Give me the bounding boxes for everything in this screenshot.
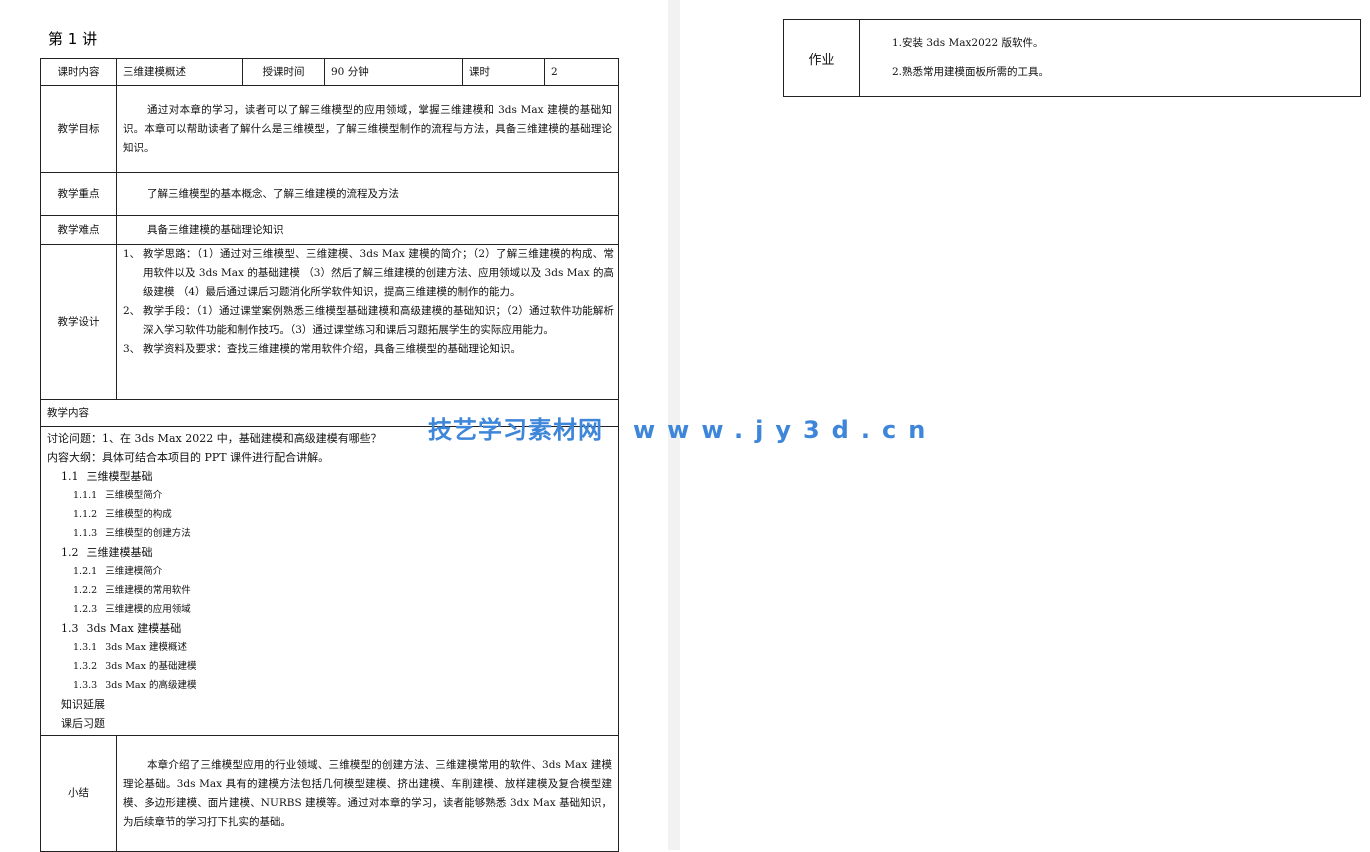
goal-text: 通过对本章的学习，读者可以了解三维模型的应用领域，掌握三维建模和 3ds Max… xyxy=(123,103,612,154)
subsection-number: 1.1.1 xyxy=(73,490,98,501)
homework-item: 2.熟悉常用建模面板所需的工具。 xyxy=(892,66,1050,78)
subsection-number: 1.1.3 xyxy=(73,528,98,539)
goal-row: 教学目标 通过对本章的学习，读者可以了解三维模型的应用领域，掌握三维建模和 3d… xyxy=(40,85,619,173)
design-item-text: 教学思路：（1）通过对三维模型、三维建模、3ds Max 建模的简介；（2）了解… xyxy=(143,248,614,298)
outline-subsection: 1.1.2 三维模型的构成 xyxy=(47,505,612,524)
knowledge-extension: 知识延展 xyxy=(61,698,105,711)
outline-section: 1.1 三维模型基础 xyxy=(47,467,612,486)
subsection-title: 三维模型的创建方法 xyxy=(105,528,191,539)
outline-subsection: 1.1.3 三维模型的创建方法 xyxy=(47,524,612,543)
design-item-text: 教学手段：（1）通过课堂案例熟悉三维模型基础建模和高级建模的基础知识；（2）通过… xyxy=(143,305,614,336)
after-class-exercises: 课后习题 xyxy=(61,717,105,730)
design-item: 1、 教学思路：（1）通过对三维模型、三维建模、3ds Max 建模的简介；（2）… xyxy=(123,245,614,302)
outline-subsection: 1.1.1 三维模型简介 xyxy=(47,486,612,505)
design-list: 1、 教学思路：（1）通过对三维模型、三维建模、3ds Max 建模的简介；（2）… xyxy=(117,245,618,359)
outline-subsection: 1.2.1 三维建模简介 xyxy=(47,562,612,581)
watermark: 技艺学习素材网 www.jy3d.cn xyxy=(428,410,937,445)
subsection-title: 三维模型简介 xyxy=(105,490,163,501)
key-points-row: 教学重点 了解三维模型的基本概念、了解三维建模的流程及方法 xyxy=(40,172,619,216)
watermark-brand: 技艺学习素材网 xyxy=(428,416,603,444)
teaching-time-value: 90 分钟 xyxy=(324,58,463,86)
difficulties-row: 教学难点 具备三维建模的基础理论知识 xyxy=(40,215,619,245)
class-hours-value: 2 xyxy=(544,58,619,86)
section-number: 1.2 xyxy=(61,546,79,559)
section-number: 1.1 xyxy=(61,470,79,483)
section-title: 3ds Max 建模基础 xyxy=(86,622,182,635)
lesson-plan-table: 课时内容 三维建模概述 授课时间 90 分钟 课时 2 教学目标 通过对本章的学… xyxy=(40,58,619,852)
outline-section: 1.3 3ds Max 建模基础 xyxy=(47,619,612,638)
summary-row: 小结 本章介绍了三维模型应用的行业领域、三维模型的创建方法、三维建模常用的软件、… xyxy=(40,735,619,852)
subsection-title: 三维模型的构成 xyxy=(105,509,172,520)
summary-text: 本章介绍了三维模型应用的行业领域、三维模型的创建方法、三维建模常用的软件、3ds… xyxy=(123,758,612,828)
subsection-number: 1.2.3 xyxy=(73,604,98,615)
subsection-number: 1.3.2 xyxy=(73,661,98,672)
outline-subsection: 1.3.2 3ds Max 的基础建模 xyxy=(47,657,612,676)
teaching-time-label: 授课时间 xyxy=(242,58,325,86)
outline-section: 1.2 三维建模基础 xyxy=(47,543,612,562)
course-content-value: 三维建模概述 xyxy=(116,58,243,86)
homework-item: 1.安装 3ds Max2022 版软件。 xyxy=(892,37,1044,49)
header-row: 课时内容 三维建模概述 授课时间 90 分钟 课时 2 xyxy=(40,58,619,86)
design-item: 2、 教学手段：（1）通过课堂案例熟悉三维模型基础建模和高级建模的基础知识；（2）… xyxy=(123,302,614,340)
homework-label: 作业 xyxy=(783,19,860,97)
subsection-number: 1.2.1 xyxy=(73,566,98,577)
subsection-number: 1.3.1 xyxy=(73,642,98,653)
section-title: 三维建模基础 xyxy=(86,546,153,559)
subsection-title: 3ds Max 的高级建模 xyxy=(105,680,197,691)
key-points-text: 了解三维模型的基本概念、了解三维建模的流程及方法 xyxy=(147,187,399,200)
subsection-number: 1.1.2 xyxy=(73,509,98,520)
design-item-number: 3、 xyxy=(123,343,141,355)
design-label: 教学设计 xyxy=(40,244,117,400)
homework-table: 作业 1.安装 3ds Max2022 版软件。 2.熟悉常用建模面板所需的工具… xyxy=(783,19,1361,97)
lecture-title: 第 1 讲 xyxy=(48,30,98,48)
outline-subsection: 1.2.3 三维建模的应用领域 xyxy=(47,600,612,619)
class-hours-label: 课时 xyxy=(462,58,545,86)
outline-subsection: 1.2.2 三维建模的常用软件 xyxy=(47,581,612,600)
design-item-number: 1、 xyxy=(123,248,141,260)
design-item-number: 2、 xyxy=(123,305,141,317)
design-item-text: 教学资料及要求：查找三维建模的常用软件介绍，具备三维模型的基础理论知识。 xyxy=(143,343,521,355)
content-row: 讨论问题：1、在 3ds Max 2022 中，基础建模和高级建模有哪些？ 内容… xyxy=(40,426,619,736)
subsection-title: 三维建模简介 xyxy=(105,566,163,577)
summary-label: 小结 xyxy=(40,735,117,852)
subsection-title: 3ds Max 的基础建模 xyxy=(105,661,197,672)
watermark-url: www.jy3d.cn xyxy=(633,416,938,444)
design-row: 教学设计 1、 教学思路：（1）通过对三维模型、三维建模、3ds Max 建模的简… xyxy=(40,244,619,400)
course-content-label: 课时内容 xyxy=(40,58,117,86)
goal-label: 教学目标 xyxy=(40,85,117,173)
subsection-title: 3ds Max 建模概述 xyxy=(105,642,187,653)
outline-subsection: 1.3.1 3ds Max 建模概述 xyxy=(47,638,612,657)
difficulties-text: 具备三维建模的基础理论知识 xyxy=(147,223,284,236)
outline-intro: 内容大纲：具体可结合本项目的 PPT 课件进行配合讲解。 xyxy=(47,451,330,464)
subsection-title: 三维建模的常用软件 xyxy=(105,585,191,596)
subsection-number: 1.2.2 xyxy=(73,585,98,596)
section-number: 1.3 xyxy=(61,622,79,635)
subsection-number: 1.3.3 xyxy=(73,680,98,691)
outline-subsection: 1.3.3 3ds Max 的高级建模 xyxy=(47,676,612,695)
difficulties-label: 教学难点 xyxy=(40,215,117,245)
key-points-label: 教学重点 xyxy=(40,172,117,216)
design-item: 3、 教学资料及要求：查找三维建模的常用软件介绍，具备三维模型的基础理论知识。 xyxy=(123,340,614,359)
subsection-title: 三维建模的应用领域 xyxy=(105,604,191,615)
section-title: 三维模型基础 xyxy=(86,470,153,483)
